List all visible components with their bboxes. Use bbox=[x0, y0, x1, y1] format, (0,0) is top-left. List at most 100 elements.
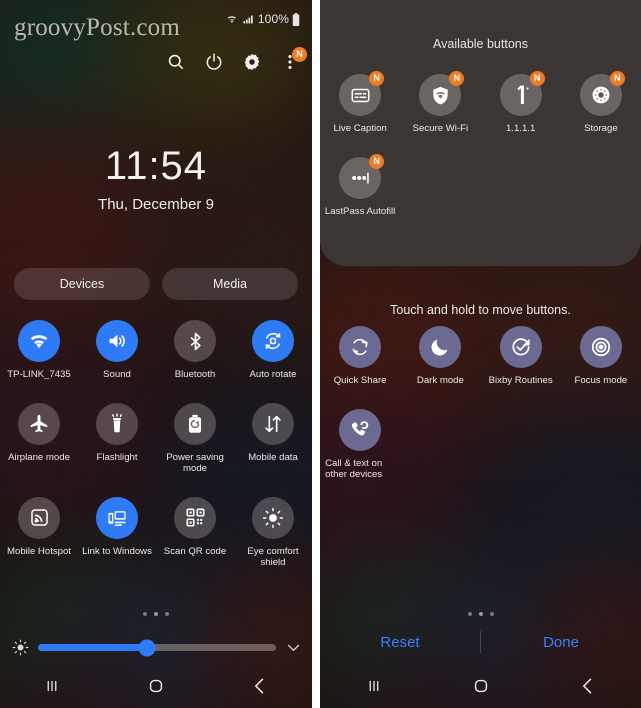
quick-settings-tile[interactable]: Dark mode bbox=[400, 326, 480, 387]
qr-code-icon[interactable] bbox=[174, 496, 216, 539]
quick-settings-tile[interactable]: Quick Share bbox=[320, 326, 400, 387]
quick-settings-tile[interactable]: TP-LINK_7435 bbox=[0, 320, 78, 381]
mobile-data-icon[interactable] bbox=[252, 402, 294, 445]
quick-settings-tile[interactable]: N Storage bbox=[561, 71, 641, 135]
back-icon[interactable] bbox=[568, 673, 608, 699]
quick-settings-tile[interactable]: Scan QR code bbox=[156, 496, 234, 569]
devices-button[interactable]: Devices bbox=[14, 268, 150, 300]
tile-label: Airplane mode bbox=[8, 451, 70, 463]
available-buttons-grid: N Live Caption N Secure Wi-Fi N 1.1.1.1 N Stora… bbox=[320, 71, 641, 218]
tile-label: Bluetooth bbox=[174, 369, 216, 380]
quick-settings-tile[interactable]: Mobile data bbox=[234, 402, 312, 475]
quick-settings-tile[interactable]: Focus mode bbox=[561, 326, 641, 387]
tile-label: Eye comfort shield bbox=[247, 545, 299, 569]
live-caption-icon[interactable]: N bbox=[339, 71, 385, 116]
media-button[interactable]: Media bbox=[162, 268, 298, 300]
bixby-routines-icon[interactable] bbox=[499, 326, 542, 368]
new-badge: N bbox=[529, 71, 545, 86]
new-badge: N bbox=[449, 71, 465, 86]
brightness-row bbox=[12, 639, 302, 656]
search-icon[interactable] bbox=[166, 52, 188, 74]
quick-settings-tile[interactable]: Power saving mode bbox=[156, 402, 234, 475]
tile-label: Focus mode bbox=[574, 375, 628, 386]
signal-icon bbox=[242, 13, 255, 25]
done-button[interactable]: Done bbox=[481, 634, 641, 651]
page-dot bbox=[478, 612, 483, 616]
tile-label: LastPass Autofill bbox=[324, 205, 396, 217]
action-bar: Reset Done bbox=[320, 622, 641, 662]
recents-icon[interactable] bbox=[354, 673, 394, 699]
quick-settings-tile[interactable]: N LastPass Autofill bbox=[320, 153, 400, 218]
recents-icon[interactable] bbox=[32, 673, 72, 699]
quick-settings-tile[interactable]: Flashlight bbox=[78, 402, 156, 475]
quick-settings-tile[interactable]: Bixby Routines bbox=[481, 326, 561, 387]
more-options-icon[interactable]: N bbox=[280, 47, 307, 74]
quick-settings-tile[interactable]: Mobile Hotspot bbox=[0, 496, 78, 569]
quick-settings-tile[interactable]: Link to Windows bbox=[78, 496, 156, 569]
flashlight-icon[interactable] bbox=[96, 402, 138, 445]
moon-icon[interactable] bbox=[419, 326, 462, 368]
airplane-icon[interactable] bbox=[18, 402, 60, 445]
tile-label: TP-LINK_7435 bbox=[7, 369, 71, 380]
tile-label: Live Caption bbox=[333, 123, 387, 134]
lastpass-icon[interactable]: N bbox=[339, 153, 385, 199]
new-badge: N bbox=[609, 71, 625, 86]
page-dot bbox=[154, 612, 158, 616]
back-icon[interactable] bbox=[240, 673, 280, 699]
tile-label: Mobile Hotspot bbox=[7, 545, 71, 557]
clock-time: 11:54 bbox=[104, 144, 208, 188]
clock-date: Thu, December 9 bbox=[98, 196, 214, 213]
quick-share-icon[interactable] bbox=[339, 326, 382, 368]
wifi-icon[interactable] bbox=[18, 320, 60, 362]
battery-icon bbox=[292, 12, 300, 26]
tile-label: Quick Share bbox=[333, 375, 387, 386]
quick-settings-tile[interactable]: Bluetooth bbox=[156, 320, 234, 381]
brightness-slider[interactable] bbox=[38, 639, 276, 656]
brightness-icon bbox=[12, 639, 29, 656]
chevron-down-icon[interactable] bbox=[285, 639, 302, 656]
link-windows-icon[interactable] bbox=[96, 496, 138, 539]
quick-settings-tile[interactable]: N 1.1.1.1 bbox=[481, 71, 561, 135]
bluetooth-icon[interactable] bbox=[174, 320, 216, 362]
gear-icon[interactable] bbox=[242, 52, 264, 74]
quick-settings-tile[interactable]: Sound bbox=[78, 320, 156, 381]
tile-label: Sound bbox=[103, 369, 131, 380]
storage-icon[interactable]: N bbox=[579, 71, 625, 116]
panel-gap bbox=[312, 0, 320, 708]
move-hint: Touch and hold to move buttons. bbox=[390, 303, 571, 317]
page-indicator bbox=[0, 612, 312, 616]
one-one-one-one-icon[interactable]: N bbox=[499, 71, 545, 116]
quick-settings-tile[interactable]: Eye comfort shield bbox=[234, 496, 312, 569]
battery-percent: 100% bbox=[257, 12, 289, 26]
tile-label: Link to Windows bbox=[82, 545, 152, 557]
reset-button[interactable]: Reset bbox=[320, 634, 480, 651]
quick-settings-tile[interactable]: N Secure Wi-Fi bbox=[400, 71, 480, 135]
quick-settings-tile[interactable]: Airplane mode bbox=[0, 402, 78, 475]
auto-rotate-icon[interactable] bbox=[252, 320, 294, 362]
tile-label: Power saving mode bbox=[166, 451, 224, 475]
call-text-icon[interactable] bbox=[339, 408, 382, 451]
focus-mode-icon[interactable] bbox=[579, 326, 622, 368]
power-icon[interactable] bbox=[204, 52, 226, 74]
volume-icon[interactable] bbox=[96, 320, 138, 362]
navigation-bar bbox=[0, 664, 312, 708]
home-icon[interactable] bbox=[136, 673, 176, 699]
quick-settings-tiles: TP-LINK_7435 Sound Bluetooth Auto rotate Air… bbox=[0, 320, 312, 569]
brightness-icon[interactable] bbox=[252, 496, 294, 539]
tile-label: Flashlight bbox=[96, 451, 138, 463]
page-indicator bbox=[320, 612, 641, 616]
tile-label: Auto rotate bbox=[249, 369, 297, 380]
edit-buttons-panel: Available buttons N Live Caption N Secure W… bbox=[320, 0, 641, 708]
hotspot-icon[interactable] bbox=[18, 496, 60, 539]
quick-settings-tile[interactable]: N Live Caption bbox=[320, 71, 400, 135]
new-badge: N bbox=[369, 71, 385, 86]
tile-label: Mobile data bbox=[248, 451, 298, 463]
secure-wifi-icon[interactable]: N bbox=[419, 71, 465, 116]
home-icon[interactable] bbox=[461, 673, 501, 699]
page-dot bbox=[165, 612, 169, 616]
quick-settings-panel: groovyPost.com 100% N 11:54 Thu, Decembe… bbox=[0, 0, 312, 708]
battery-saver-icon[interactable] bbox=[174, 402, 216, 445]
quick-settings-tile[interactable]: Auto rotate bbox=[234, 320, 312, 381]
lock-clock: 11:54 Thu, December 9 bbox=[0, 146, 312, 213]
quick-settings-tile[interactable]: Call & text on other devices bbox=[320, 408, 400, 481]
